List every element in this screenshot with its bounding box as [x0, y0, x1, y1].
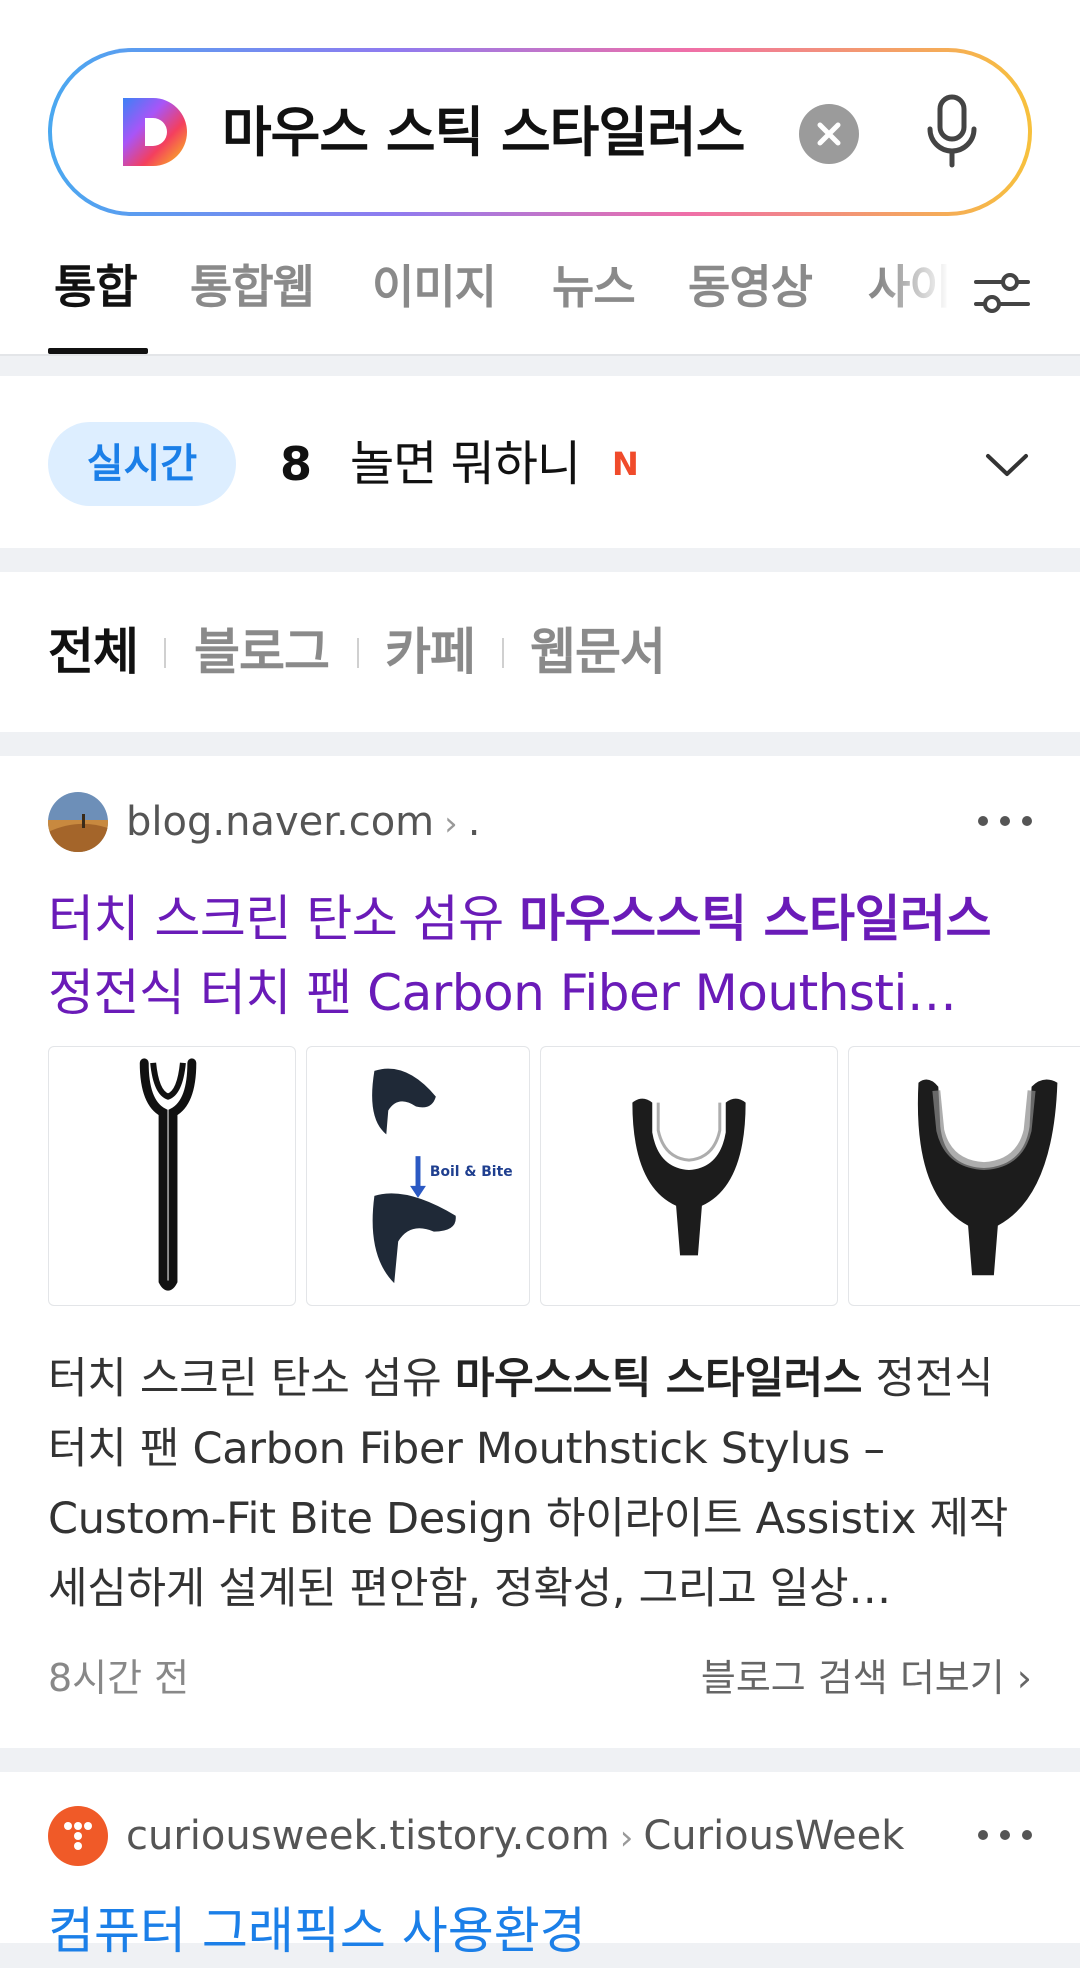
tab-news[interactable]: 뉴스: [552, 252, 636, 322]
chevron-right-icon: ›: [619, 1818, 634, 1858]
thumbnail-strip: Boil & Bite: [48, 1046, 1080, 1308]
result-title-link[interactable]: 터치 스크린 탄소 섬유 마우스스틱 스타일러스 정전식 터치 팬 Carbon…: [48, 882, 1032, 1030]
voice-search-button[interactable]: [912, 88, 992, 176]
tab-images[interactable]: 이미지: [372, 252, 497, 322]
header: 마우스 스틱 스타일러스 통합 통합웹 이미지 뉴스 동영상 사이: [0, 0, 1080, 356]
filter-cafe[interactable]: 카페: [385, 612, 476, 692]
thumbnail-caption: Boil & Bite: [430, 1164, 513, 1180]
snippet-text: 터치 스크린 탄소 섬유: [48, 1354, 455, 1404]
new-badge: N: [612, 445, 639, 483]
filter-blog[interactable]: 블로그: [194, 612, 330, 692]
tabs-fade: [880, 240, 950, 350]
title-text: 터치 스크린 탄소 섬유: [48, 890, 520, 948]
clear-search-button[interactable]: [799, 104, 859, 164]
close-icon: [817, 122, 841, 146]
trending-keyword[interactable]: 놀면 뭐하니: [350, 422, 581, 506]
daum-logo-icon[interactable]: [119, 94, 195, 170]
title-text: 정전식 터치 팬 Carbon Fiber Mouthsti…: [48, 964, 957, 1022]
snippet-highlight: 마우스스틱 스타일러스: [454, 1354, 863, 1404]
tab-integrated[interactable]: 통합: [54, 252, 138, 322]
result-source[interactable]: curiousweek.tistory.com › CuriousWeek: [126, 1806, 904, 1866]
tab-integrated-web[interactable]: 통합웹: [190, 252, 315, 322]
realtime-trending-bar[interactable]: 실시간 8 놀면 뭐하니 N: [0, 376, 1080, 548]
filter-divider: [164, 638, 166, 668]
content-filter-bar: 전체 블로그 카페 웹문서: [0, 572, 1080, 732]
tab-videos[interactable]: 동영상: [688, 252, 813, 322]
chevron-down-icon[interactable]: [982, 440, 1032, 490]
search-input[interactable]: 마우스 스틱 스타일러스: [222, 88, 802, 178]
result-source[interactable]: blog.naver.com ›.: [126, 792, 480, 852]
thumbnail-image[interactable]: Boil & Bite: [306, 1046, 530, 1306]
thumbnail-image[interactable]: [848, 1046, 1080, 1306]
blog-avatar: [48, 792, 108, 852]
result-snippet: 터치 스크린 탄소 섬유 마우스스틱 스타일러스 정전식 터치 팬 Carbon…: [48, 1344, 1038, 1624]
filter-divider: [357, 638, 359, 668]
more-options-button[interactable]: [978, 806, 1032, 836]
filter-settings-icon[interactable]: [972, 262, 1032, 322]
chevron-right-icon: ›: [1004, 1656, 1032, 1700]
trending-rank: 8: [280, 437, 313, 491]
search-bar-inner: 마우스 스틱 스타일러스: [52, 52, 1028, 212]
more-options-button[interactable]: [978, 1820, 1032, 1850]
source-domain: curiousweek.tistory.com: [126, 1813, 610, 1859]
source-domain: blog.naver.com: [126, 799, 435, 845]
thumbnail-image[interactable]: [540, 1046, 838, 1306]
search-result-card: curiousweek.tistory.com › CuriousWeek 컴퓨터 …: [0, 1772, 1080, 1960]
result-title-link[interactable]: 컴퓨터 그래픽스 사용환경: [48, 1894, 1032, 1968]
source-path: .: [467, 799, 481, 845]
tistory-logo-icon: [48, 1806, 108, 1866]
result-timestamp: 8시간 전: [48, 1656, 190, 1700]
filter-divider: [502, 638, 504, 668]
filter-webdocs[interactable]: 웹문서: [530, 612, 666, 692]
more-link-label: 블로그 검색 더보기: [700, 1656, 1005, 1700]
realtime-badge: 실시간: [48, 422, 236, 506]
search-bar[interactable]: 마우스 스틱 스타일러스: [48, 48, 1032, 216]
microphone-icon: [927, 94, 977, 168]
source-path: CuriousWeek: [643, 1813, 905, 1859]
search-result-card: blog.naver.com ›. 터치 스크린 탄소 섬유 마우스스틱 스타일러…: [0, 756, 1080, 1748]
filter-all[interactable]: 전체: [48, 612, 139, 692]
blog-more-link[interactable]: 블로그 검색 더보기 ›: [701, 1648, 1032, 1708]
thumbnail-image[interactable]: [48, 1046, 296, 1306]
title-highlight: 마우스스틱 스타일러스: [519, 890, 991, 948]
active-tab-indicator: [48, 348, 148, 354]
search-tabs: 통합 통합웹 이미지 뉴스 동영상 사이: [0, 240, 1080, 356]
chevron-right-icon: ›: [444, 804, 458, 844]
